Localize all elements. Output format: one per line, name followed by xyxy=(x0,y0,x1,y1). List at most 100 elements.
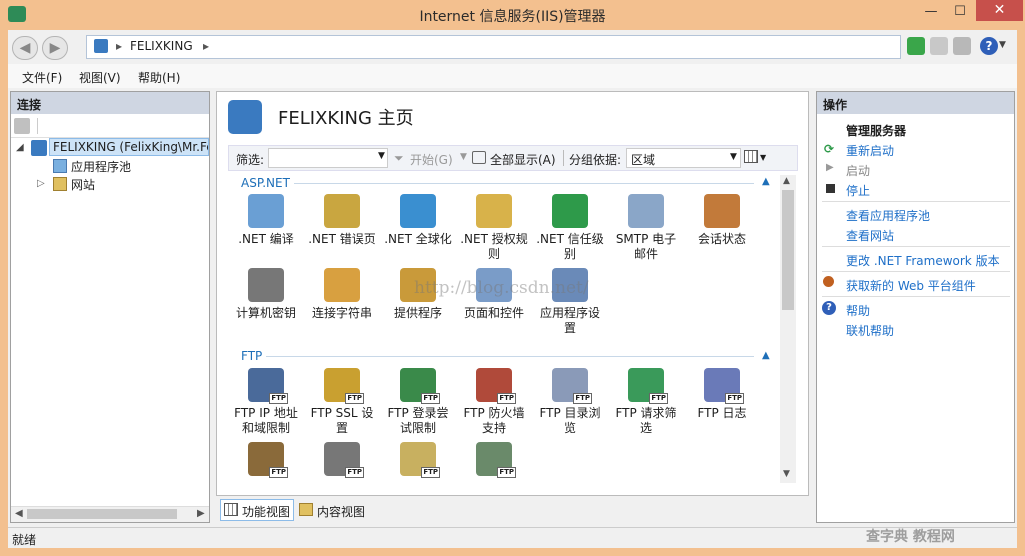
feature-label-line2: 别 xyxy=(563,247,576,261)
scroll-thumb[interactable] xyxy=(27,509,177,519)
feature-item[interactable]: .NET 错误页 xyxy=(305,194,379,247)
groupby-dropdown-icon[interactable]: ▼ xyxy=(730,152,737,162)
start-action[interactable]: 启动 xyxy=(846,162,870,179)
ftp-log-icon: FTP xyxy=(704,368,744,404)
view-mode-dropdown-icon[interactable]: ▼ xyxy=(760,153,766,162)
feature-label: FTP IP 地址 xyxy=(234,406,298,420)
funnel-icon: ⏷ xyxy=(394,151,404,165)
collapse-aspnet-icon[interactable]: ▲ xyxy=(762,176,770,187)
feature-item[interactable]: 计算机密钥 xyxy=(229,268,303,321)
status-text: 就绪 xyxy=(12,533,37,547)
restart-icon: ⟳ xyxy=(824,142,835,156)
scroll-down-icon[interactable]: ▼ xyxy=(783,469,790,479)
tree-item-server[interactable]: FELIXKING (FelixKing\Mr.Fe xyxy=(49,138,209,156)
feature-item[interactable]: FTP FTP 登录尝 试限制 xyxy=(381,368,455,436)
scroll-right-icon[interactable]: ▶ xyxy=(197,508,205,519)
feature-label: 计算机密钥 xyxy=(235,306,296,320)
feature-item[interactable]: .NET 信任级别 xyxy=(533,194,607,262)
change-net-action[interactable]: 更改 .NET Framework 版本 xyxy=(846,252,1000,269)
connections-header: 连接 xyxy=(11,92,209,114)
ftp-badge-icon: FTP xyxy=(345,467,364,478)
ftp-user-icon: FTP xyxy=(248,442,288,478)
help-icon[interactable]: ? xyxy=(980,37,998,55)
error-page-icon xyxy=(324,194,360,228)
connect-icon[interactable] xyxy=(14,118,30,134)
feature-item[interactable]: FTP FTP 日志 xyxy=(685,368,759,421)
tree-item-apppools[interactable]: 应用程序池 xyxy=(71,158,131,175)
ftp-logon-icon: FTP xyxy=(400,368,440,404)
start-button[interactable]: 开始(G) xyxy=(410,151,453,168)
scroll-left-icon[interactable]: ◀ xyxy=(15,508,23,519)
menu-view[interactable]: 视图(V) xyxy=(79,69,121,86)
ftp-badge-icon: FTP xyxy=(573,393,592,404)
feature-item[interactable]: FTP FTP 目录浏览 xyxy=(533,368,607,436)
feature-item[interactable]: FTP FTP 防火墙 支持 xyxy=(457,368,531,436)
filter-input[interactable] xyxy=(268,148,388,168)
compile-icon xyxy=(248,194,284,228)
breadcrumb-server[interactable]: FELIXKING xyxy=(130,39,193,53)
feature-item[interactable]: SMTP 电子 邮件 xyxy=(609,194,683,262)
feature-label: 提供程序 xyxy=(393,306,442,320)
tab-content-view[interactable]: 内容视图 xyxy=(317,503,365,520)
feature-label-line2: 览 xyxy=(563,421,576,435)
ftp-key-icon: FTP xyxy=(324,442,364,478)
show-all-button[interactable]: 全部显示(A) xyxy=(490,151,556,168)
feature-label: .NET 信任级 xyxy=(536,232,604,246)
actions-separator xyxy=(822,271,1010,272)
feature-item[interactable]: .NET 编译 xyxy=(229,194,303,247)
menu-file[interactable]: 文件(F) xyxy=(22,69,62,86)
view-apppools-action[interactable]: 查看应用程序池 xyxy=(846,207,930,224)
scroll-thumb[interactable] xyxy=(782,190,794,310)
feature-item[interactable]: FTP FTP IP 地址 和域限制 xyxy=(229,368,303,436)
feature-label: .NET 授权规 xyxy=(460,232,528,246)
tree-collapse-icon[interactable]: ▷ xyxy=(37,178,45,189)
feature-label-line2: 支持 xyxy=(481,421,506,435)
maximize-button[interactable]: ☐ xyxy=(947,2,973,22)
toolbar-separator xyxy=(563,150,564,166)
server-home-icon xyxy=(228,100,262,134)
conn-string-icon xyxy=(324,268,360,302)
tree-item-sites[interactable]: 网站 xyxy=(71,176,95,193)
online-help-action[interactable]: 联机帮助 xyxy=(846,322,894,339)
stop-icon[interactable] xyxy=(930,37,948,55)
feature-label: .NET 错误页 xyxy=(308,232,376,246)
forward-button[interactable]: ▶ xyxy=(42,36,68,60)
feature-label: FTP 请求筛 xyxy=(615,406,677,420)
globe-icon xyxy=(400,194,436,228)
menu-help[interactable]: 帮助(H) xyxy=(138,69,180,86)
feature-item[interactable]: .NET 授权规则 xyxy=(457,194,531,262)
tab-features-label: 功能视图 xyxy=(242,505,291,519)
help-dropdown-icon[interactable]: ▼ xyxy=(999,40,1006,50)
collapse-ftp-icon[interactable]: ▲ xyxy=(762,350,770,361)
view-sites-action[interactable]: 查看网站 xyxy=(846,227,894,244)
feature-label-line2: 邮件 xyxy=(633,247,658,261)
feature-item[interactable]: 会话状态 xyxy=(685,194,759,247)
ftp-badge-icon: FTP xyxy=(269,393,288,404)
help-action[interactable]: 帮助 xyxy=(846,302,870,319)
platform-icon xyxy=(823,276,834,287)
feature-item[interactable]: .NET 全球化 xyxy=(381,194,455,247)
feature-label: .NET 编译 xyxy=(238,232,294,246)
refresh-icon[interactable] xyxy=(907,37,925,55)
view-mode-icon[interactable] xyxy=(744,150,758,163)
minimize-button[interactable]: — xyxy=(918,2,944,22)
close-button[interactable]: ✕ xyxy=(976,0,1023,21)
tree-expand-icon[interactable]: ◢ xyxy=(16,142,24,153)
feature-label: FTP 目录浏 xyxy=(539,406,601,420)
filter-dropdown-icon[interactable]: ▼ xyxy=(378,151,385,161)
feature-label-line2: 置 xyxy=(335,421,348,435)
breadcrumb-sep-icon: ▸ xyxy=(116,39,123,53)
restart-action[interactable]: 重新启动 xyxy=(846,142,894,159)
feature-item[interactable]: 连接字符串 xyxy=(305,268,379,321)
start-dropdown-icon[interactable]: ▼ xyxy=(460,152,467,162)
ftp-ssl-icon: FTP xyxy=(324,368,364,404)
feature-item[interactable]: FTP FTP SSL 设置 xyxy=(305,368,379,436)
stop-action[interactable]: 停止 xyxy=(846,182,870,199)
sites-icon xyxy=(53,177,67,191)
scroll-up-icon[interactable]: ▲ xyxy=(783,176,790,186)
feature-item[interactable]: FTP FTP 请求筛选 xyxy=(609,368,683,436)
home-icon[interactable] xyxy=(953,37,971,55)
get-platform-action[interactable]: 获取新的 Web 平台组件 xyxy=(846,277,976,294)
back-button[interactable]: ◀ xyxy=(12,36,38,60)
groupby-label: 分组依据: xyxy=(569,153,622,167)
